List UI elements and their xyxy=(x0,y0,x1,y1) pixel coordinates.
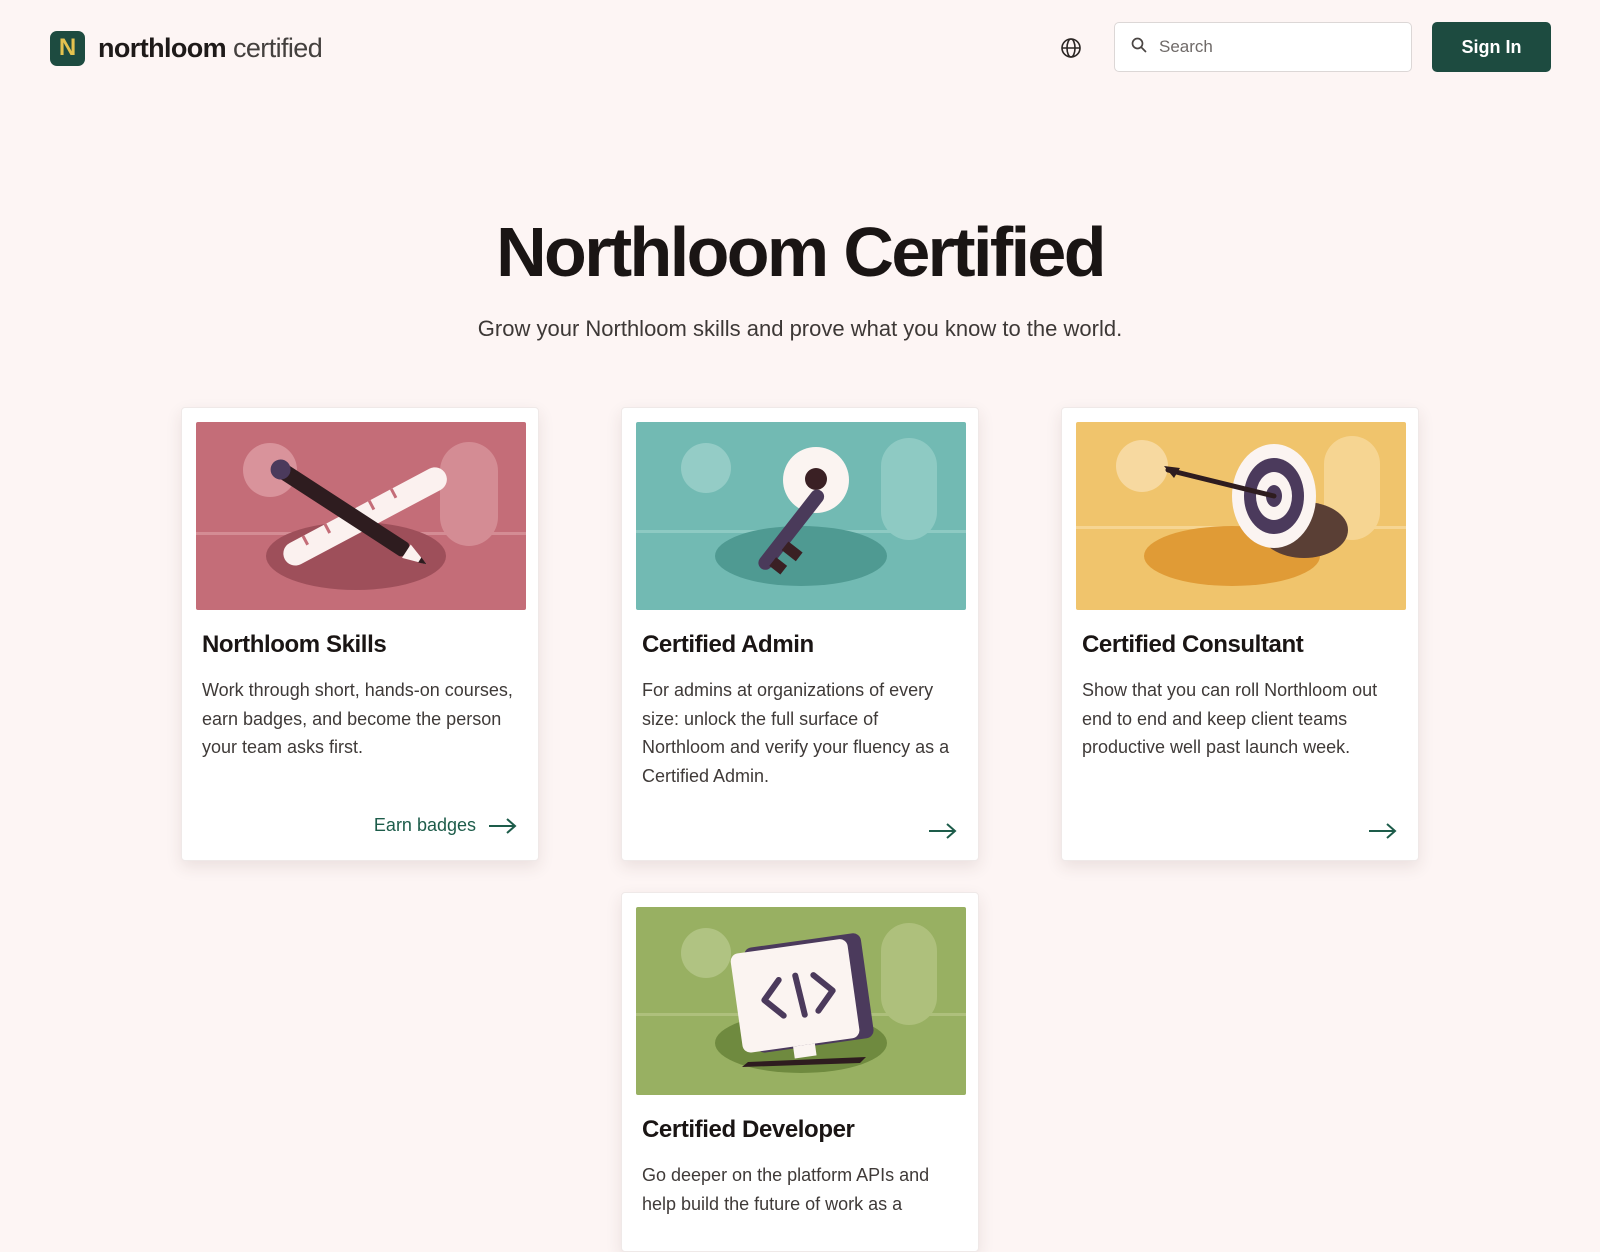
certified-admin-link[interactable] xyxy=(928,822,958,840)
arrow-right-icon xyxy=(489,817,517,834)
logo-wordmark-light: certified xyxy=(232,32,323,63)
card-certified-developer[interactable]: Certified Developer Go deeper on the pla… xyxy=(621,892,979,1252)
card-title: Certified Developer xyxy=(642,1116,855,1143)
card-title: Northloom Skills xyxy=(202,631,387,658)
sign-in-button[interactable]: Sign In xyxy=(1432,22,1551,72)
arrow-right-icon xyxy=(929,823,957,839)
key-icon xyxy=(636,422,966,610)
search-icon xyxy=(1131,37,1147,58)
card-description: Show that you can roll Northloom out end… xyxy=(1082,680,1378,757)
card-title: Certified Admin xyxy=(642,631,814,658)
arrow-right-icon xyxy=(1369,823,1397,839)
card-northloom-skills[interactable]: Northloom Skills Work through short, han… xyxy=(181,407,539,861)
card-link-label: Earn badges xyxy=(373,815,476,835)
card-description: For admins at organizations of every siz… xyxy=(642,680,950,786)
target-arrow-icon xyxy=(1076,422,1406,610)
pencil-ruler-icon xyxy=(196,422,526,610)
certified-consultant-link[interactable] xyxy=(1368,822,1398,840)
card-description: Work through short, hands-on courses, ea… xyxy=(202,680,513,757)
globe-icon[interactable] xyxy=(1059,36,1083,60)
site-logo[interactable]: N northloom certified xyxy=(50,30,323,66)
card-title: Certified Consultant xyxy=(1082,631,1304,658)
site-header: N northloom certified Sign In xyxy=(0,0,1600,96)
logo-wordmark-strong: northloom xyxy=(98,32,227,63)
logo-wordmark: northloom certified xyxy=(98,32,323,63)
page-title: Northloom Certified xyxy=(496,213,1106,291)
earn-badges-link[interactable]: Earn badges xyxy=(374,815,518,836)
code-monitor-icon xyxy=(636,907,966,1095)
logo-mark-icon: N xyxy=(50,30,85,66)
search-box[interactable] xyxy=(1114,22,1412,72)
card-description: Go deeper on the platform APIs and help … xyxy=(642,1165,930,1214)
page-subtitle: Grow your Northloom skills and prove wha… xyxy=(477,316,1123,341)
card-certified-admin[interactable]: Certified Admin For admins at organizati… xyxy=(621,407,979,861)
card-certified-consultant[interactable]: Certified Consultant Show that you can r… xyxy=(1061,407,1419,861)
search-input[interactable] xyxy=(1159,37,1389,57)
